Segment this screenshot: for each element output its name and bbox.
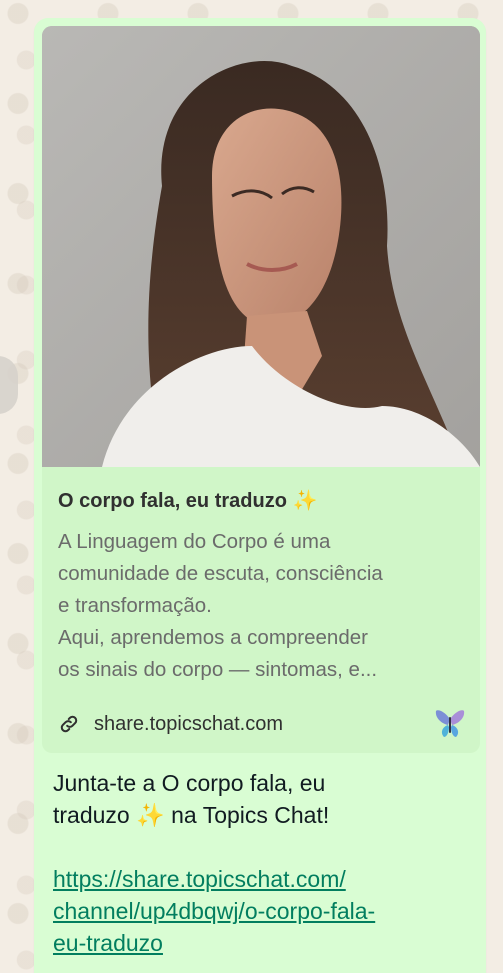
- message-link[interactable]: https://share.topicschat.com/: [53, 863, 463, 895]
- message-text: Junta-te a O corpo fala, eu traduzo ✨ na…: [53, 767, 463, 959]
- message-line: Junta-te a O corpo fala, eu: [53, 770, 326, 796]
- link-preview-image[interactable]: [42, 26, 480, 467]
- link-preview-card[interactable]: O corpo fala, eu traduzo ✨ A Linguagem d…: [42, 26, 480, 753]
- message-line: traduzo ✨ na Topics Chat!: [53, 802, 330, 828]
- message-bubble[interactable]: O corpo fala, eu traduzo ✨ A Linguagem d…: [34, 18, 486, 973]
- message-link[interactable]: eu-traduzo: [53, 927, 463, 959]
- link-preview-title: O corpo fala, eu traduzo ✨: [58, 490, 318, 512]
- link-preview-description: A Linguagem do Corpo é uma comunidade de…: [58, 530, 383, 681]
- link-icon: [58, 713, 80, 735]
- link-preview-domain-row[interactable]: share.topicschat.com: [58, 709, 468, 739]
- topicschat-butterfly-logo-icon: [432, 705, 468, 741]
- link-preview-domain: share.topicschat.com: [94, 712, 283, 735]
- message-link[interactable]: channel/up4dbqwj/o-corpo-fala-: [53, 895, 463, 927]
- link-preview-text: O corpo fala, eu traduzo ✨ A Linguagem d…: [58, 488, 466, 686]
